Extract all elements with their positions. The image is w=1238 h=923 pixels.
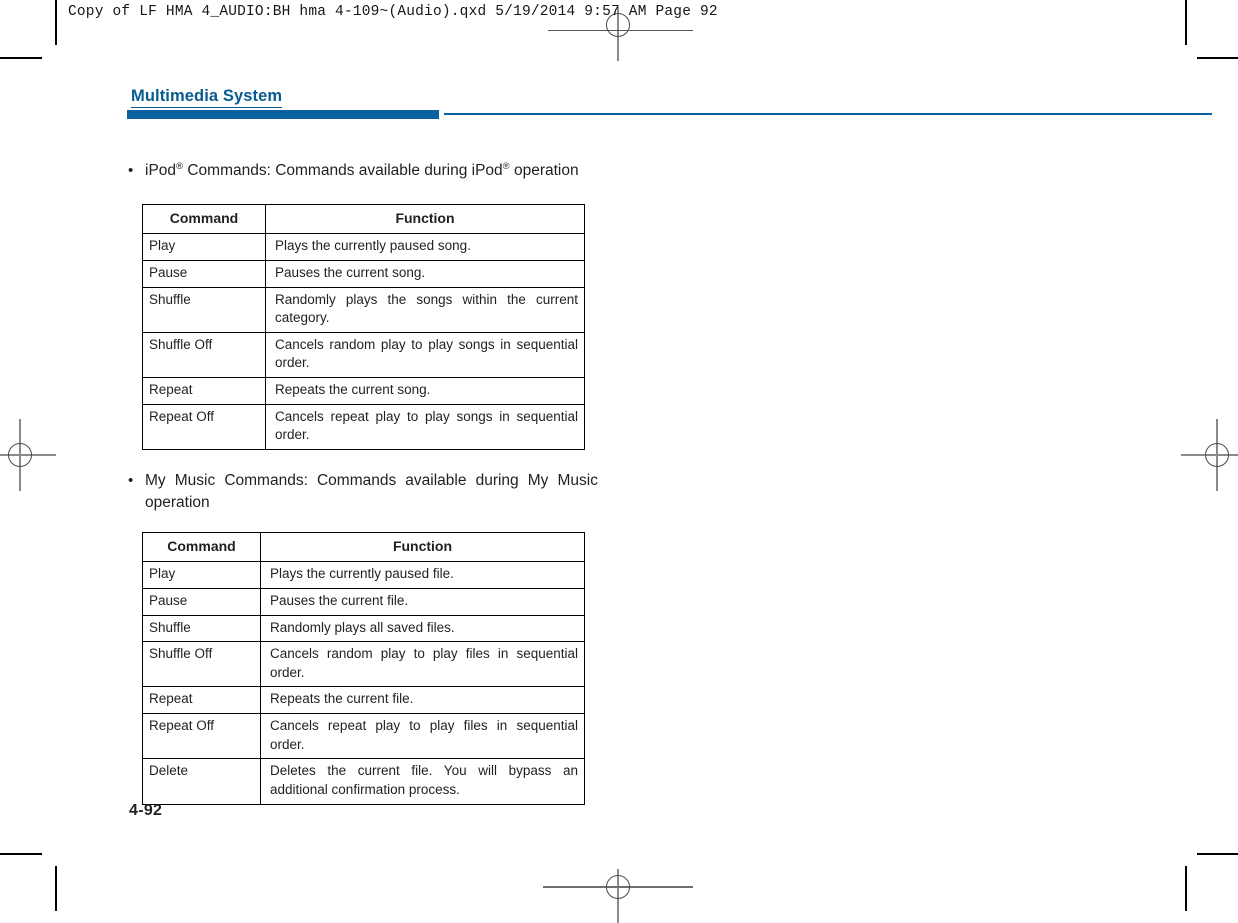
- registration-mark-ring: [606, 875, 630, 899]
- cell-function: Repeats the current file.: [260, 686, 585, 714]
- table-header-row: Command Function: [142, 531, 585, 563]
- cell-function: Pauses the current file.: [260, 587, 585, 616]
- table-row: Pause Pauses the current song.: [142, 259, 585, 288]
- crop-mark-bottom-left-vertical: [55, 866, 57, 911]
- cell-command: Play: [142, 233, 266, 261]
- page-number: 4-92: [129, 802, 163, 819]
- cell-function: Cancels repeat play to play songs in seq…: [265, 403, 585, 450]
- column-header-command: Command: [142, 203, 266, 235]
- cell-command: Repeat Off: [142, 403, 266, 450]
- table-row: Shuffle Randomly plays the songs within …: [142, 286, 585, 333]
- registered-mark-icon: ®: [176, 160, 184, 172]
- cell-function: Cancels random play to play songs in seq…: [265, 331, 585, 379]
- cell-function: Plays the currently paused file.: [260, 561, 585, 589]
- table-row: Repeat Off Cancels repeat play to play f…: [142, 712, 585, 760]
- cell-command: Delete: [142, 758, 261, 805]
- table-row: Play Plays the currently paused file.: [142, 561, 585, 589]
- cell-command: Shuffle: [142, 286, 266, 333]
- header-rule-line: [444, 113, 1212, 116]
- page-content: • iPod® Commands: Commands available dur…: [128, 160, 598, 805]
- crop-mark-top-left-horizontal: [0, 57, 42, 59]
- crop-mark-top-left-vertical: [55, 0, 57, 45]
- cell-command: Shuffle: [142, 614, 261, 643]
- bullet-ipod-commands: • iPod® Commands: Commands available dur…: [128, 160, 598, 182]
- crop-mark-top-right-horizontal: [1197, 57, 1238, 59]
- table-row: Pause Pauses the current file.: [142, 587, 585, 616]
- cell-function: Deletes the current file. You will bypas…: [260, 758, 585, 805]
- header-accent-bar: [127, 110, 439, 119]
- registered-mark-icon: ®: [502, 160, 510, 172]
- cell-function: Repeats the current song.: [265, 377, 585, 405]
- crop-mark-bottom-right-vertical: [1185, 866, 1187, 911]
- bullet-text-ipod: iPod® Commands: Commands available durin…: [145, 160, 579, 179]
- cell-command: Shuffle Off: [142, 641, 261, 688]
- slug-underline: [548, 30, 693, 31]
- table-row: Play Plays the currently paused song.: [142, 233, 585, 261]
- cell-command: Pause: [142, 587, 261, 616]
- bullet-marker: •: [128, 162, 134, 179]
- file-slug-line: Copy of LF HMA 4_AUDIO:BH hma 4-109~(Aud…: [68, 4, 718, 20]
- cell-function: Pauses the current song.: [265, 259, 585, 288]
- table-row: Shuffle Off Cancels random play to play …: [142, 641, 585, 688]
- column-header-command: Command: [142, 531, 261, 563]
- cell-function: Cancels repeat play to play files in seq…: [260, 712, 585, 760]
- column-header-function: Function: [260, 531, 585, 563]
- cell-command: Repeat: [142, 686, 261, 714]
- bullet-my-music-commands: • My Music Commands: Commands available …: [128, 470, 598, 514]
- my-music-commands-table: Command Function Play Plays the currentl…: [142, 531, 585, 805]
- ipod-commands-table-wrap: Command Function Play Plays the currentl…: [142, 203, 598, 450]
- registration-mark-ring: [8, 443, 32, 467]
- cell-command: Repeat: [142, 377, 266, 405]
- registration-mark-ring: [1205, 443, 1229, 467]
- cell-command: Shuffle Off: [142, 331, 266, 379]
- table-row: Repeat Repeats the current song.: [142, 377, 585, 405]
- cell-command: Pause: [142, 259, 266, 288]
- bullet-text-my-music: My Music Commands: Commands available du…: [145, 471, 598, 511]
- cell-command: Play: [142, 561, 261, 589]
- cell-function: Randomly plays all saved files.: [260, 614, 585, 643]
- cell-function: Randomly plays the songs within the curr…: [265, 286, 585, 333]
- table-header-row: Command Function: [142, 203, 585, 235]
- table-row: Repeat Off Cancels repeat play to play s…: [142, 403, 585, 450]
- table-row: Repeat Repeats the current file.: [142, 686, 585, 714]
- bullet-marker: •: [128, 471, 134, 489]
- chapter-title: Multimedia System: [131, 88, 283, 108]
- crop-mark-top-right-vertical: [1185, 0, 1187, 45]
- table-row: Shuffle Off Cancels random play to play …: [142, 331, 585, 379]
- ipod-commands-table: Command Function Play Plays the currentl…: [142, 203, 585, 450]
- table-row: Shuffle Randomly plays all saved files.: [142, 614, 585, 643]
- table-row: Delete Deletes the current file. You wil…: [142, 758, 585, 805]
- crop-mark-bottom-right-horizontal: [1197, 853, 1238, 855]
- cell-function: Plays the currently paused song.: [265, 233, 585, 261]
- cell-function: Cancels random play to play files in seq…: [260, 641, 585, 688]
- column-header-function: Function: [265, 203, 585, 235]
- cell-command: Repeat Off: [142, 712, 261, 760]
- crop-mark-bottom-left-horizontal: [0, 853, 42, 855]
- my-music-commands-table-wrap: Command Function Play Plays the currentl…: [142, 531, 598, 805]
